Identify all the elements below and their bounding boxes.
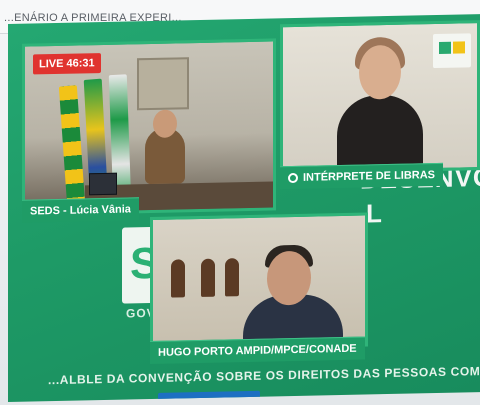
wall-clock <box>171 259 185 298</box>
live-badge: LIVE 46:31 <box>33 53 101 75</box>
news-ticker: ...ALBLE DA CONVENÇÃO SOBRE OS DIREITOS … <box>48 361 480 388</box>
ticker-accent-bar <box>158 390 260 403</box>
gov-logo-icon <box>433 33 471 69</box>
video-tile-libras[interactable] <box>280 20 480 175</box>
libras-hands-icon <box>288 173 298 184</box>
participant-name-plate: INTÉRPRETE DE LIBRAS <box>280 162 444 190</box>
wall-clock <box>201 258 215 297</box>
gov-logo-mark-2 <box>453 41 465 54</box>
participant-name-text: INTÉRPRETE DE LIBRAS <box>303 169 436 184</box>
video-tile-seds[interactable]: LIVE 46:31 <box>22 38 276 216</box>
interpreter-head <box>359 44 401 100</box>
participant-name-plate: HUGO PORTO AMPID/MPCE/CONADE <box>150 336 365 365</box>
monitor-icon <box>89 172 117 196</box>
interpreter-body <box>337 94 423 175</box>
background-banner-text-2: L <box>366 198 382 229</box>
wall-clock <box>225 258 239 297</box>
gov-logo-mark <box>439 41 451 54</box>
video-stream[interactable]: DESENVOLVIME L S GOV LIVE 46:31 <box>8 14 480 403</box>
screen-photo: ...ENÁRIO A PRIMEIRA EXPERI... DESENVOLV… <box>0 0 480 405</box>
video-tile-hugo[interactable] <box>150 212 368 352</box>
wall-map <box>137 57 189 111</box>
flag-icon <box>58 85 86 207</box>
participant-name-plate: SEDS - Lúcia Vânia <box>22 197 139 223</box>
